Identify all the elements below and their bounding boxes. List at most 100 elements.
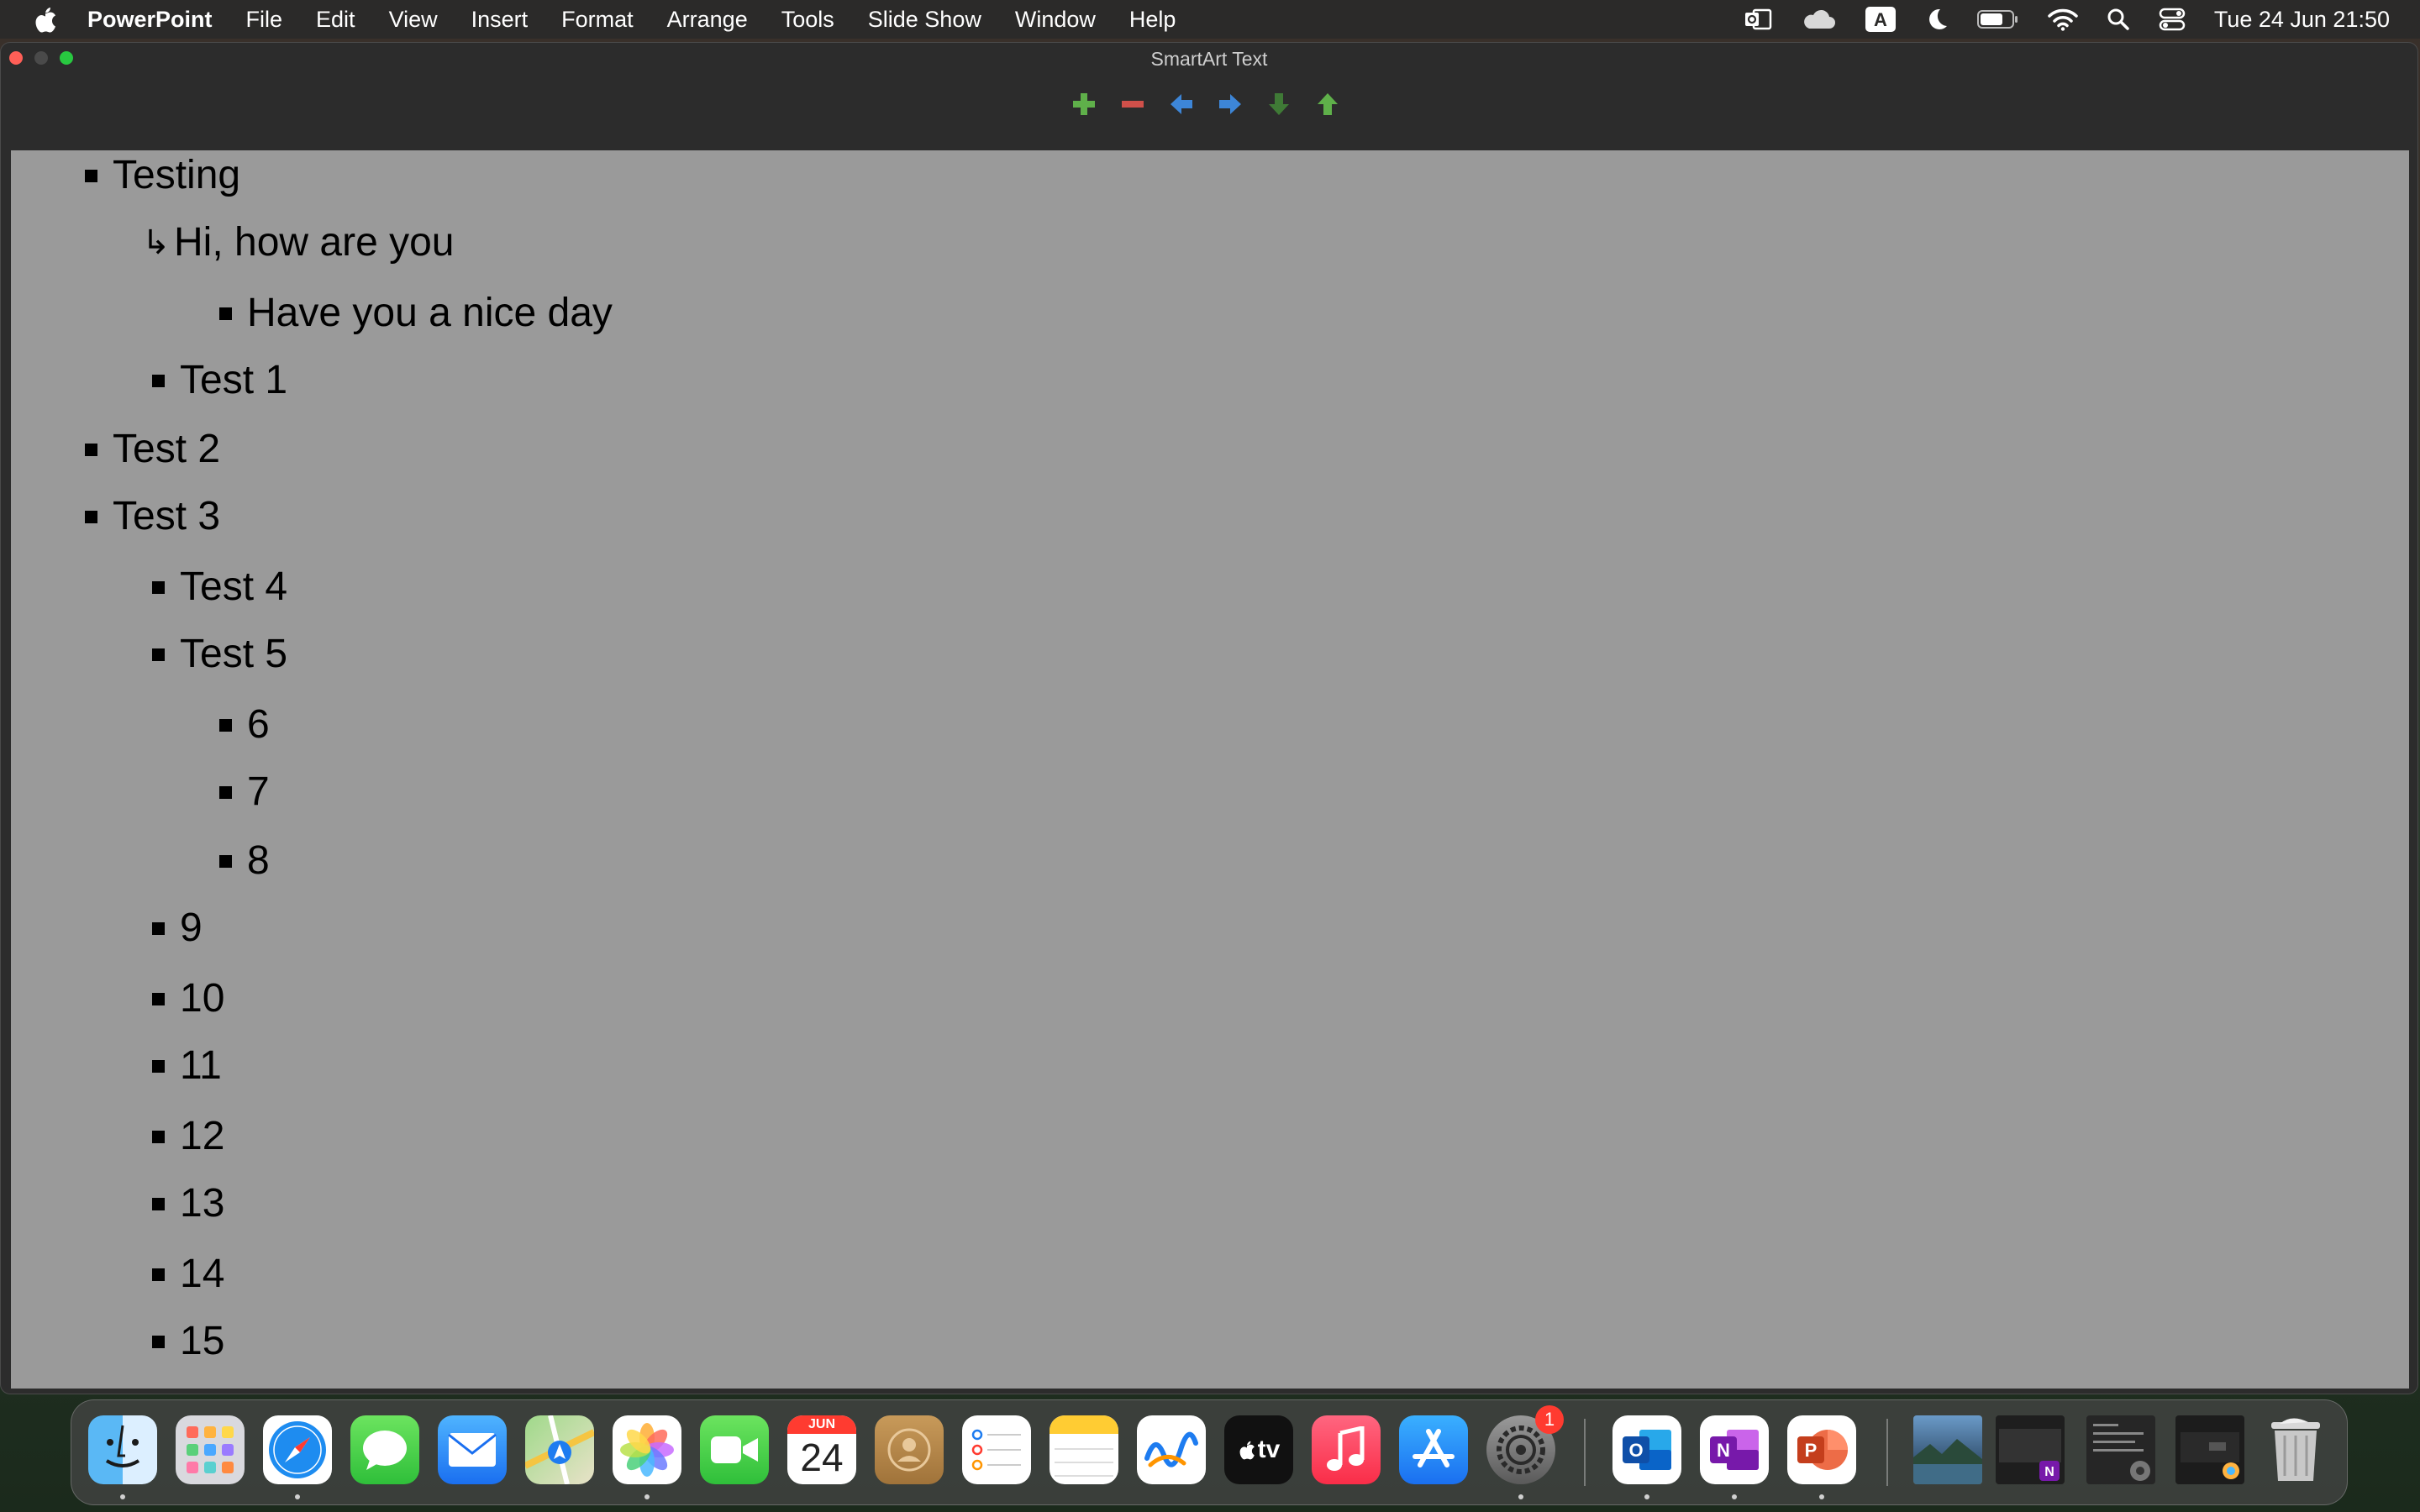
window-title-bar[interactable]: SmartArt Text (1, 43, 2417, 73)
bullet-icon (152, 1197, 165, 1210)
mail-icon[interactable] (438, 1415, 507, 1484)
add-bullet-icon[interactable] (1070, 90, 1098, 118)
move-up-icon[interactable] (1313, 90, 1342, 118)
bullet-icon (85, 169, 97, 182)
bullet-icon (219, 854, 232, 868)
outline-item[interactable]: 13 (152, 1179, 224, 1229)
running-indicator (1732, 1494, 1737, 1499)
running-indicator (1819, 1494, 1824, 1499)
outline-item[interactable]: Testing (85, 150, 240, 201)
apple-tv-label: tv (1257, 1436, 1281, 1463)
minimized-settings-window-icon[interactable] (2086, 1415, 2155, 1484)
bullet-icon (219, 785, 232, 799)
freeform-icon[interactable] (1137, 1415, 1206, 1484)
menu-format[interactable]: Format (561, 7, 634, 33)
bullet-icon (152, 1268, 165, 1281)
reminders-icon[interactable] (962, 1415, 1031, 1484)
menu-file[interactable]: File (246, 7, 283, 33)
spotlight-search-icon[interactable] (2107, 8, 2130, 31)
outline-item[interactable]: Test 3 (85, 491, 220, 542)
minimized-onenote-window-icon[interactable]: N (1996, 1415, 2065, 1484)
maps-icon[interactable] (525, 1415, 594, 1484)
menu-arrange[interactable]: Arrange (667, 7, 748, 33)
outline-item[interactable]: Have you a nice day (219, 288, 613, 339)
outlook-status-icon[interactable] (1744, 7, 1772, 32)
menubar-clock[interactable]: Tue 24 Jun 21:50 (2214, 7, 2390, 33)
outline-item[interactable]: 12 (152, 1111, 224, 1162)
menu-help[interactable]: Help (1129, 7, 1176, 33)
svg-text:O: O (1628, 1440, 1643, 1461)
calendar-day: 24 (800, 1436, 844, 1479)
running-indicator (1644, 1494, 1649, 1499)
bullet-icon (152, 921, 165, 935)
bullet-icon (152, 374, 165, 387)
menu-view[interactable]: View (389, 7, 438, 33)
move-down-icon[interactable] (1265, 90, 1293, 118)
apple-tv-icon[interactable]: tv (1224, 1415, 1293, 1484)
dock-separator (1886, 1419, 1888, 1486)
facetime-icon[interactable] (700, 1415, 769, 1484)
messages-icon[interactable] (350, 1415, 419, 1484)
outline-item[interactable]: 8 (219, 836, 270, 886)
bullet-icon (152, 1130, 165, 1143)
outline-item[interactable]: 11 (152, 1041, 222, 1091)
calendar-month: JUN (787, 1415, 856, 1434)
svg-text:P: P (1805, 1440, 1818, 1461)
battery-icon[interactable] (1976, 9, 2019, 29)
outline-item[interactable]: 10 (152, 974, 224, 1024)
control-center-icon[interactable] (2159, 8, 2186, 31)
outline-item[interactable]: Test 5 (152, 629, 287, 680)
demote-right-icon[interactable] (1216, 90, 1244, 118)
outline-item[interactable]: 15 (152, 1316, 224, 1367)
smartart-text-pane[interactable]: Testing ↳ Hi, how are you Have you a nice… (11, 150, 2409, 1389)
safari-icon[interactable] (263, 1415, 332, 1484)
photos-icon[interactable] (613, 1415, 681, 1484)
running-indicator (295, 1494, 300, 1499)
outline-item[interactable]: 14 (152, 1249, 224, 1299)
outline-item[interactable]: ↳ Hi, how are you (142, 218, 455, 268)
focus-moon-icon[interactable] (1925, 7, 1949, 32)
outlook-icon[interactable]: O (1612, 1415, 1681, 1484)
contacts-icon[interactable] (875, 1415, 944, 1484)
powerpoint-icon[interactable]: P (1787, 1415, 1856, 1484)
menu-tools[interactable]: Tools (781, 7, 834, 33)
smartart-text-window: SmartArt Text Testing ↳ Hi, how are you … (0, 42, 2418, 1394)
menu-window[interactable]: Window (1015, 7, 1096, 33)
minimized-photos-window-icon[interactable] (2175, 1415, 2244, 1484)
notes-icon[interactable] (1050, 1415, 1118, 1484)
app-name-menu[interactable]: PowerPoint (87, 7, 213, 33)
window-title: SmartArt Text (1150, 48, 1268, 70)
menu-insert[interactable]: Insert (471, 7, 529, 33)
wifi-icon[interactable] (2048, 8, 2078, 31)
outline-item[interactable]: 6 (219, 700, 270, 750)
outline-item[interactable]: Test 4 (152, 562, 287, 612)
finder-icon[interactable] (88, 1415, 157, 1484)
promote-left-icon[interactable] (1167, 90, 1196, 118)
notes-header (1050, 1415, 1118, 1434)
input-source-icon[interactable]: A (1865, 6, 1897, 33)
outline-item[interactable]: Test 1 (152, 355, 287, 406)
outline-item[interactable]: 9 (152, 903, 203, 953)
dock: JUN 24 tv 1 O N P N (71, 1399, 2348, 1505)
onenote-icon[interactable]: N (1700, 1415, 1769, 1484)
apple-menu-icon[interactable] (32, 4, 59, 34)
calendar-icon[interactable]: JUN 24 (787, 1415, 856, 1484)
outline-item[interactable]: 7 (219, 767, 270, 817)
notification-badge: 1 (1535, 1405, 1564, 1434)
remove-bullet-icon[interactable] (1118, 90, 1147, 118)
trash-icon[interactable] (2261, 1415, 2330, 1484)
menu-bar: PowerPoint File Edit View Insert Format … (0, 0, 2420, 39)
running-indicator (644, 1494, 650, 1499)
menu-edit[interactable]: Edit (316, 7, 355, 33)
smartart-toolbar (1, 73, 2417, 150)
app-store-icon[interactable] (1399, 1415, 1468, 1484)
bullet-icon (85, 443, 97, 456)
launchpad-icon[interactable] (176, 1415, 245, 1484)
music-icon[interactable] (1312, 1415, 1381, 1484)
outline-item[interactable]: Test 2 (85, 424, 220, 475)
running-indicator (1518, 1494, 1523, 1499)
menu-slide-show[interactable]: Slide Show (868, 7, 981, 33)
minimized-photo-window-icon[interactable] (1913, 1415, 1982, 1484)
running-indicator (120, 1494, 125, 1499)
onedrive-cloud-icon[interactable] (1801, 8, 1836, 30)
